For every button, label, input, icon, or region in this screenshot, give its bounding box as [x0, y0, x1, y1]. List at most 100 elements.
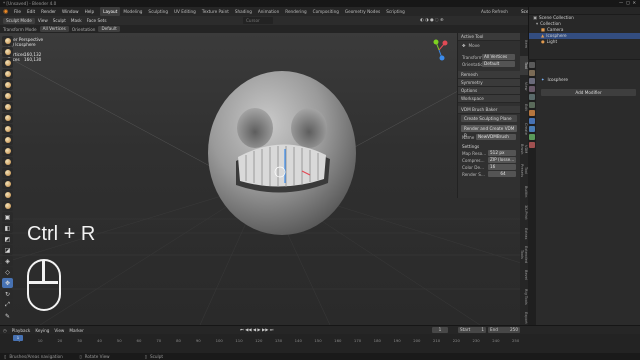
menu-render[interactable]: Render — [41, 9, 56, 14]
tab-animation[interactable]: Animation — [255, 7, 282, 16]
modifier-tab-icon[interactable] — [529, 118, 535, 124]
np-orientation-dropdown[interactable]: Default — [482, 61, 515, 67]
world-tab-icon[interactable] — [529, 102, 535, 108]
brush-blob-icon[interactable] — [2, 91, 13, 101]
tab-shading[interactable]: Shading — [232, 7, 255, 16]
compression-dropdown[interactable]: ZIP (losse... — [488, 157, 516, 163]
brush-layer-icon[interactable] — [2, 69, 13, 79]
3d-viewport[interactable]: User Perspective (1) Icosphere Vertices … — [0, 33, 528, 325]
tab-tool-presets[interactable]: Tool Presets — [520, 161, 528, 180]
brush-thumb-icon[interactable] — [2, 190, 13, 200]
cursor-gizmo-field[interactable]: Cursor Gizmo — [243, 17, 273, 30]
box-mask-icon[interactable]: ▣ — [2, 212, 13, 222]
render-create-vdm-button[interactable]: Render and Create VDM B... — [461, 125, 517, 138]
tab-extended-tools[interactable]: Extended Tools — [520, 245, 528, 264]
brush-clay-icon[interactable] — [2, 47, 13, 57]
tab-geometry-nodes[interactable]: Geometry Nodes — [342, 7, 383, 16]
menu-file[interactable]: File — [14, 9, 21, 14]
vdm-name-input[interactable]: NewVDMBrush — [476, 134, 516, 140]
mode-selector[interactable]: Sculpt Mode — [3, 17, 35, 24]
menu-help[interactable]: Help — [85, 9, 95, 14]
scene-tab-icon[interactable] — [529, 94, 535, 100]
color-depth-dropdown[interactable]: 16 — [488, 164, 516, 170]
brush-scrape-icon[interactable] — [2, 146, 13, 156]
brush-clay-strips-icon[interactable] — [2, 58, 13, 68]
tool-tab-icon[interactable] — [529, 62, 535, 68]
brush-draw-icon[interactable] — [2, 36, 13, 46]
tab-scripting[interactable]: Scripting — [383, 7, 408, 16]
transform-dropdown[interactable]: All Vertices — [482, 54, 515, 60]
tab-compositing[interactable]: Compositing — [310, 7, 342, 16]
transform-mode-value[interactable]: All Vertices — [39, 26, 69, 32]
tab-rendering[interactable]: Rendering — [282, 7, 309, 16]
annotate-tool-icon[interactable]: ✎ — [2, 311, 13, 321]
timeline-ruler[interactable]: 1102030405060708090100110120130140150160… — [0, 326, 640, 346]
brush-smooth-icon[interactable] — [2, 113, 13, 123]
tab-modeling[interactable]: Modeling — [120, 7, 145, 16]
viewport-shading-icons[interactable]: ◐ ◑ ● ◌ ⊕ — [420, 17, 443, 22]
create-sculpting-plane-button[interactable]: Create Sculpting Plane — [461, 115, 517, 122]
brush-snake-hook-icon[interactable] — [2, 179, 13, 189]
vdm-brush-baker-header[interactable]: VDM Brush Baker — [458, 106, 520, 114]
playhead[interactable]: 1 — [13, 335, 23, 341]
brush-fill-icon[interactable] — [2, 135, 13, 145]
particles-tab-icon[interactable] — [529, 126, 535, 132]
timeline-tick-label: 230 — [472, 338, 480, 343]
tab-layout[interactable]: Layout — [100, 7, 121, 16]
remesh-header[interactable]: Remesh — [458, 71, 520, 79]
physics-tab-icon[interactable] — [529, 134, 535, 140]
render-tab-icon[interactable] — [529, 70, 535, 76]
cloth-filter-icon[interactable]: ◇ — [2, 267, 13, 277]
face-sets-menu[interactable]: Face Sets — [87, 18, 107, 23]
tab-sculpting[interactable]: Sculpting — [145, 7, 171, 16]
mesh-filter-icon[interactable]: ◈ — [2, 256, 13, 266]
line-project-icon[interactable]: ◪ — [2, 245, 13, 255]
tab-rig-tools[interactable]: Rig Tools — [520, 287, 528, 306]
tab-view[interactable]: View — [520, 77, 528, 96]
brush-pinch-icon[interactable] — [2, 157, 13, 167]
tab-bevel[interactable]: Bevel — [520, 266, 528, 285]
options-header[interactable]: Options — [458, 87, 520, 95]
output-tab-icon[interactable] — [529, 78, 535, 84]
orientation-value[interactable]: Default — [98, 26, 120, 32]
mask-menu[interactable]: Mask — [71, 18, 82, 23]
view-menu[interactable]: View — [38, 18, 48, 23]
add-modifier-button[interactable]: Add Modifier — [541, 89, 636, 96]
window-controls[interactable]: — ▢ ✕ — [619, 0, 636, 5]
box-trim-icon[interactable]: ◩ — [2, 234, 13, 244]
tab-item[interactable]: Item — [520, 35, 528, 54]
map-resolution-dropdown[interactable]: 512 px — [488, 150, 516, 156]
workspace-header[interactable]: Workspace — [458, 95, 520, 103]
tab-builtin[interactable]: Builtin — [520, 182, 528, 201]
outliner-item-light[interactable]: ● Light — [529, 39, 640, 45]
view-layer-tab-icon[interactable] — [529, 86, 535, 92]
active-tool-row[interactable]: ✥ Move — [458, 42, 520, 49]
tab-uv-editing[interactable]: UV Editing — [171, 7, 199, 16]
material-tab-icon[interactable] — [529, 142, 535, 148]
tab-extras[interactable]: Extras — [520, 224, 528, 243]
render-samples-input[interactable]: 64 — [488, 171, 516, 177]
tab-create[interactable]: Create — [520, 119, 528, 138]
move-tool-icon[interactable]: ✥ — [2, 278, 13, 288]
tab-edit[interactable]: Edit — [520, 98, 528, 117]
tab-3d-print[interactable]: 3D-Print — [520, 203, 528, 222]
brush-flatten-icon[interactable] — [2, 124, 13, 134]
brush-grab-icon[interactable] — [2, 168, 13, 178]
tab-vdm-brush[interactable]: VDM Brush — [520, 140, 528, 159]
brush-mask-icon[interactable] — [2, 201, 13, 211]
menu-edit[interactable]: Edit — [27, 9, 35, 14]
blender-logo-icon[interactable]: ◉ — [3, 8, 11, 15]
menu-window[interactable]: Window — [62, 9, 79, 14]
rotate-tool-icon[interactable]: ↻ — [2, 289, 13, 299]
sculpt-menu[interactable]: Sculpt — [53, 18, 66, 23]
scale-tool-icon[interactable]: ⤢ — [2, 300, 13, 310]
object-tab-icon[interactable] — [529, 110, 535, 116]
active-tool-header[interactable]: Active Tool — [458, 33, 520, 41]
box-face-set-icon[interactable]: ◧ — [2, 223, 13, 233]
symmetry-header[interactable]: Symmetry — [458, 79, 520, 87]
brush-inflate-icon[interactable] — [2, 80, 13, 90]
tab-tool[interactable]: Tool — [520, 56, 528, 75]
brush-crease-icon[interactable] — [2, 102, 13, 112]
tab-texture-paint[interactable]: Texture Paint — [199, 7, 232, 16]
auto-refresh-label[interactable]: Auto Refresh — [481, 7, 508, 16]
